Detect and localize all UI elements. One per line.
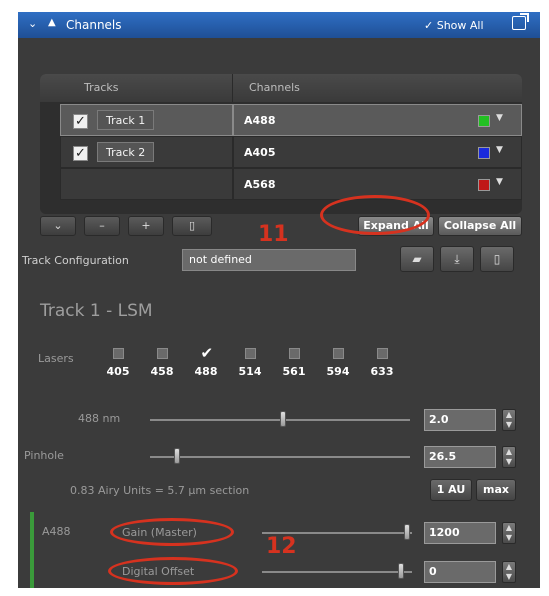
chevron-down-icon[interactable]: ▼ — [496, 177, 503, 187]
laser-toggle[interactable]: 633 — [364, 348, 400, 378]
highlight-ring — [108, 557, 238, 585]
laser-checkbox[interactable] — [156, 348, 168, 359]
channel-name: A405 — [244, 146, 276, 159]
laser-checkbox[interactable] — [112, 348, 124, 359]
channel-name: A488 — [244, 114, 276, 127]
panel-header[interactable]: ⌄ ▲ Channels ✓ Show All — [18, 12, 540, 38]
channel-color-bar — [30, 512, 34, 588]
annotation-number: 11 — [258, 222, 289, 247]
track-cell — [60, 168, 233, 200]
laser-checkbox[interactable] — [332, 348, 344, 359]
laser-wavelength: 594 — [326, 365, 350, 378]
annotation-number: 12 — [266, 534, 297, 559]
show-all-toggle[interactable]: ✓ Show All — [424, 19, 484, 32]
track-configuration-field[interactable]: not defined — [182, 249, 356, 271]
track-name[interactable]: Track 2 — [97, 142, 155, 162]
tracks-column-header: Tracks — [60, 74, 233, 102]
laser-wavelength: 561 — [282, 365, 306, 378]
trash-icon[interactable]: ▯ — [480, 246, 514, 272]
laser-power-field[interactable]: 2.0 — [424, 409, 496, 431]
channel-cell[interactable]: A488 ▼ — [233, 104, 522, 136]
channel-color-swatch[interactable] — [478, 147, 490, 159]
channel-name: A568 — [244, 178, 276, 191]
chevron-down-icon[interactable]: ▼ — [496, 113, 503, 123]
laser-checkbox[interactable] — [376, 348, 388, 359]
channels-panel: ⌄ ▲ Channels ✓ Show All Tracks Channels … — [18, 12, 540, 588]
chevron-down-icon[interactable]: ▼ — [496, 145, 503, 155]
pinhole-slider-handle[interactable] — [174, 448, 180, 464]
pinhole-field[interactable]: 26.5 — [424, 446, 496, 468]
collapse-all-button[interactable]: Collapse All — [438, 216, 522, 236]
offset-field[interactable]: 0 — [424, 561, 496, 583]
offset-slider-track[interactable] — [262, 571, 412, 573]
laser-wavelength: 405 — [106, 365, 130, 378]
offset-slider-handle[interactable] — [398, 563, 404, 579]
collapse-chevron-icon[interactable]: ⌄ — [28, 17, 37, 30]
table-header-spacer — [40, 74, 60, 102]
add-icon[interactable]: + — [128, 216, 164, 236]
gain-field[interactable]: 1200 — [424, 522, 496, 544]
track-configuration-label: Track Configuration — [22, 254, 129, 267]
channel-color-swatch[interactable] — [478, 179, 490, 191]
laser-power-stepper[interactable]: ▲ ▼ — [502, 409, 516, 431]
laser-checkbox[interactable] — [244, 348, 256, 359]
laser-toggle[interactable]: 561 — [276, 348, 312, 378]
track-cell[interactable]: ✓ Track 2 — [60, 136, 233, 168]
laser-toggle[interactable]: 594 — [320, 348, 356, 378]
one-au-button[interactable]: 1 AU — [430, 479, 472, 501]
trash-icon[interactable]: ▯ — [172, 216, 212, 236]
track-name[interactable]: Track 1 — [97, 110, 155, 130]
offset-stepper[interactable]: ▲ ▼ — [502, 561, 516, 583]
laser-toggle[interactable]: 458 — [144, 348, 180, 378]
track-2-checkbox[interactable]: ✓ — [73, 146, 88, 161]
highlight-ring — [320, 195, 430, 235]
laser-wavelength: 458 — [150, 365, 174, 378]
channels-column-header: Channels — [233, 74, 522, 102]
highlight-ring — [110, 518, 234, 546]
laser-toggle[interactable]: ✔ 488 — [188, 346, 224, 379]
laser-wavelength: 488 — [194, 365, 218, 378]
laser-power-label: 488 nm — [78, 412, 121, 425]
track-1-checkbox[interactable]: ✓ — [73, 114, 88, 129]
max-button[interactable]: max — [476, 479, 516, 501]
table-row[interactable]: ✓ Track 2 A405 ▼ — [60, 136, 522, 168]
table-row[interactable]: A568 ▼ — [60, 168, 522, 200]
laser-toggle[interactable]: 514 — [232, 348, 268, 378]
tracks-table: Tracks Channels ✓ Track 1 A488 ▼ ✓ Track… — [40, 74, 522, 214]
lasers-label: Lasers — [38, 352, 74, 365]
gain-stepper[interactable]: ▲ ▼ — [502, 522, 516, 544]
section-title: Track 1 - LSM — [40, 301, 153, 321]
folder-open-icon[interactable]: ▰ — [400, 246, 434, 272]
pinhole-stepper[interactable]: ▲ ▼ — [502, 446, 516, 468]
laser-checkbox[interactable] — [288, 348, 300, 359]
laser-wavelength: 514 — [238, 365, 262, 378]
gain-slider-handle[interactable] — [404, 524, 410, 540]
popout-icon[interactable] — [512, 13, 529, 30]
airy-units-readout: 0.83 Airy Units = 5.7 μm section — [70, 484, 250, 497]
laser-toggle[interactable]: 405 — [100, 348, 136, 378]
channel-label: A488 — [42, 525, 71, 538]
save-icon[interactable]: ⤓ — [440, 246, 474, 272]
pinhole-label: Pinhole — [24, 449, 64, 462]
table-row[interactable]: ✓ Track 1 A488 ▼ — [60, 104, 522, 136]
chevron-down-icon[interactable]: ⌄ — [40, 216, 76, 236]
pinhole-slider-track[interactable] — [150, 456, 410, 458]
laser-checkbox-checked[interactable]: ✔ — [201, 346, 214, 361]
remove-icon[interactable]: – — [84, 216, 120, 236]
pin-icon: ▲ — [48, 17, 56, 28]
laser-power-slider-handle[interactable] — [280, 411, 286, 427]
laser-wavelength: 633 — [370, 365, 394, 378]
channel-color-swatch[interactable] — [478, 115, 490, 127]
track-cell[interactable]: ✓ Track 1 — [60, 104, 233, 136]
channel-cell[interactable]: A405 ▼ — [233, 136, 522, 168]
panel-title: Channels — [66, 18, 122, 32]
